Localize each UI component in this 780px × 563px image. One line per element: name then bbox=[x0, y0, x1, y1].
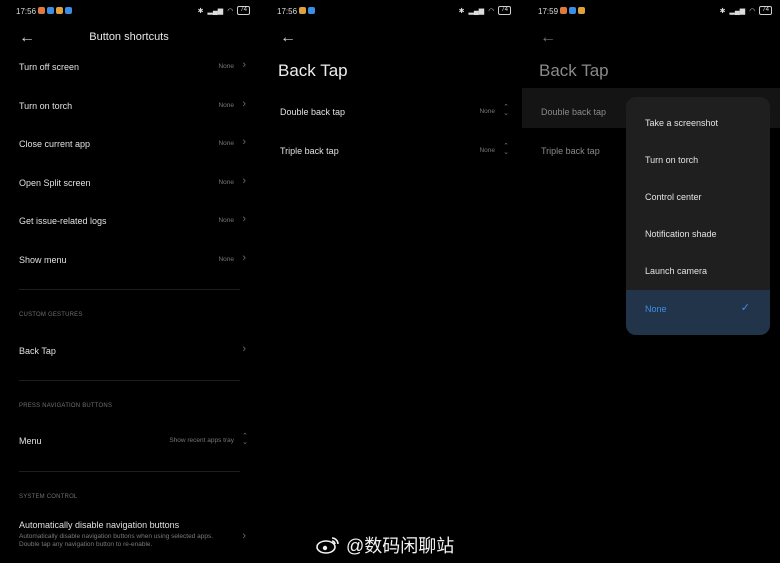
battery-icon: 74 bbox=[498, 6, 511, 15]
option-label: Notification shade bbox=[645, 229, 717, 239]
status-right: ✱ ▂▄▆ ◠ 74 bbox=[198, 6, 250, 15]
back-tap-dropdown-screen: 17:59 ✱ ▂▄▆ ◠ 74 ← Back Tap Double back … bbox=[522, 0, 780, 563]
option-take-screenshot[interactable]: Take a screenshot bbox=[626, 105, 770, 142]
status-bar: 17:59 ✱ ▂▄▆ ◠ 74 bbox=[522, 6, 780, 20]
double-back-tap-row[interactable]: Double back tap None ⌃ ⌄ bbox=[261, 99, 519, 129]
option-launch-camera[interactable]: Launch camera bbox=[626, 253, 770, 290]
option-label: None bbox=[645, 304, 667, 314]
shortcut-row-turn-on-torch[interactable]: Turn on torch None › bbox=[0, 93, 258, 123]
action-dropdown-menu: Take a screenshot Turn on torch Control … bbox=[626, 97, 770, 335]
status-time: 17:56 bbox=[277, 7, 298, 16]
row-value: Show recent apps tray bbox=[169, 437, 234, 444]
triple-back-tap-row[interactable]: Triple back tap None ⌃ ⌄ bbox=[261, 138, 519, 168]
page-title: Back Tap bbox=[539, 61, 609, 80]
shortcut-row-open-split-screen[interactable]: Open Split screen None › bbox=[0, 170, 258, 200]
row-value: None bbox=[218, 179, 234, 186]
shortcut-row-close-current-app[interactable]: Close current app None › bbox=[0, 131, 258, 161]
status-time: 17:59 bbox=[538, 7, 559, 16]
row-label: Menu bbox=[19, 436, 42, 446]
option-none[interactable]: None ✓ bbox=[626, 290, 770, 335]
battery-icon: 74 bbox=[237, 6, 250, 15]
signal-icon: ▂▄▆ bbox=[207, 7, 224, 15]
up-down-chevron-icon: ⌃ ⌄ bbox=[242, 433, 248, 446]
status-bar: 17:56 ✱ ▂▄▆ ◠ 74 bbox=[261, 6, 519, 20]
row-label: Back Tap bbox=[19, 346, 56, 356]
chevron-right-icon: › bbox=[242, 252, 246, 264]
section-header-navigation: PRESS NAVIGATION BUTTONS bbox=[19, 403, 113, 409]
bluetooth-icon: ✱ bbox=[197, 7, 204, 15]
row-label: Show menu bbox=[19, 255, 67, 265]
shortcut-row-get-logs[interactable]: Get issue-related logs None › bbox=[0, 208, 258, 238]
wifi-icon: ◠ bbox=[488, 7, 495, 15]
up-down-chevron-icon: ⌃ ⌄ bbox=[503, 143, 509, 156]
row-label: Turn off screen bbox=[19, 62, 80, 72]
section-header-custom-gestures: CUSTOM GESTURES bbox=[19, 312, 83, 318]
chevron-right-icon: › bbox=[242, 59, 246, 71]
row-label: Get issue-related logs bbox=[19, 216, 107, 226]
row-label: Open Split screen bbox=[19, 178, 91, 188]
option-label: Launch camera bbox=[645, 266, 708, 276]
wifi-icon: ◠ bbox=[227, 7, 234, 15]
section-header-system-control: SYSTEM CONTROL bbox=[19, 494, 78, 500]
wifi-icon: ◠ bbox=[749, 7, 756, 15]
option-label: Control center bbox=[645, 192, 702, 202]
row-value: None bbox=[479, 108, 495, 115]
page-title: Back Tap bbox=[278, 61, 348, 80]
chevron-right-icon: › bbox=[242, 136, 246, 148]
row-value: None bbox=[479, 147, 495, 154]
option-turn-on-torch[interactable]: Turn on torch bbox=[626, 142, 770, 179]
watermark-text: @数码闲聊站 bbox=[346, 536, 455, 556]
notification-icons bbox=[560, 7, 585, 14]
bluetooth-icon: ✱ bbox=[458, 7, 465, 15]
menu-row[interactable]: Menu Show recent apps tray ⌃ ⌄ bbox=[0, 428, 258, 458]
bluetooth-icon: ✱ bbox=[719, 7, 726, 15]
back-tap-row[interactable]: Back Tap › bbox=[0, 338, 258, 368]
back-tap-screen: 17:56 ✱ ▂▄▆ ◠ 74 ← Back Tap Double back … bbox=[261, 0, 519, 563]
shortcut-row-show-menu[interactable]: Show menu None › bbox=[0, 247, 258, 277]
chevron-right-icon: › bbox=[242, 343, 246, 355]
weibo-logo-icon bbox=[316, 537, 339, 554]
notification-icons bbox=[299, 7, 315, 14]
status-right: ✱ ▂▄▆ ◠ 74 bbox=[459, 6, 511, 15]
row-label: Double back tap bbox=[280, 107, 346, 117]
shortcut-row-turn-off-screen[interactable]: Turn off screen None › bbox=[0, 54, 258, 84]
row-label: Triple back tap bbox=[280, 146, 339, 156]
status-right: ✱ ▂▄▆ ◠ 74 bbox=[720, 6, 772, 15]
row-value: None bbox=[218, 256, 234, 263]
option-notification-shade[interactable]: Notification shade bbox=[626, 216, 770, 253]
status-time: 17:56 bbox=[16, 7, 37, 16]
row-value: None bbox=[218, 63, 234, 70]
status-bar: 17:56 ✱ ▂▄▆ ◠ 74 bbox=[0, 6, 258, 20]
divider bbox=[19, 380, 240, 381]
chevron-right-icon: › bbox=[242, 175, 246, 187]
chevron-right-icon: › bbox=[242, 213, 246, 225]
row-value: None bbox=[218, 140, 234, 147]
row-value: None bbox=[218, 102, 234, 109]
watermark: @数码闲聊站 bbox=[316, 532, 454, 558]
row-label: Turn on torch bbox=[19, 101, 73, 111]
option-label: Take a screenshot bbox=[645, 118, 719, 128]
row-label: Close current app bbox=[19, 139, 91, 149]
row-label: Automatically disable navigation buttons bbox=[19, 520, 180, 530]
notification-icons bbox=[38, 7, 72, 14]
divider bbox=[19, 471, 240, 472]
option-control-center[interactable]: Control center bbox=[626, 179, 770, 216]
page-title: Button shortcuts bbox=[89, 31, 169, 43]
row-value: None bbox=[218, 217, 234, 224]
chevron-right-icon: › bbox=[242, 530, 246, 542]
signal-icon: ▂▄▆ bbox=[729, 7, 746, 15]
checkmark-icon: ✓ bbox=[740, 302, 750, 314]
chevron-right-icon: › bbox=[242, 98, 246, 110]
battery-icon: 74 bbox=[759, 6, 772, 15]
row-label: Double back tap bbox=[541, 107, 607, 117]
button-shortcuts-screen: 17:56 ✱ ▂▄▆ ◠ 74 ← Button shortcuts Turn… bbox=[0, 0, 258, 563]
row-label: Triple back tap bbox=[541, 146, 600, 156]
divider bbox=[19, 289, 240, 290]
back-arrow-icon[interactable]: ← bbox=[540, 30, 556, 46]
up-down-chevron-icon: ⌃ ⌄ bbox=[503, 104, 509, 117]
signal-icon: ▂▄▆ bbox=[468, 7, 485, 15]
back-arrow-icon[interactable]: ← bbox=[280, 30, 296, 46]
option-label: Turn on torch bbox=[645, 155, 699, 165]
auto-disable-description: Automatically disable navigation buttons… bbox=[19, 533, 214, 548]
